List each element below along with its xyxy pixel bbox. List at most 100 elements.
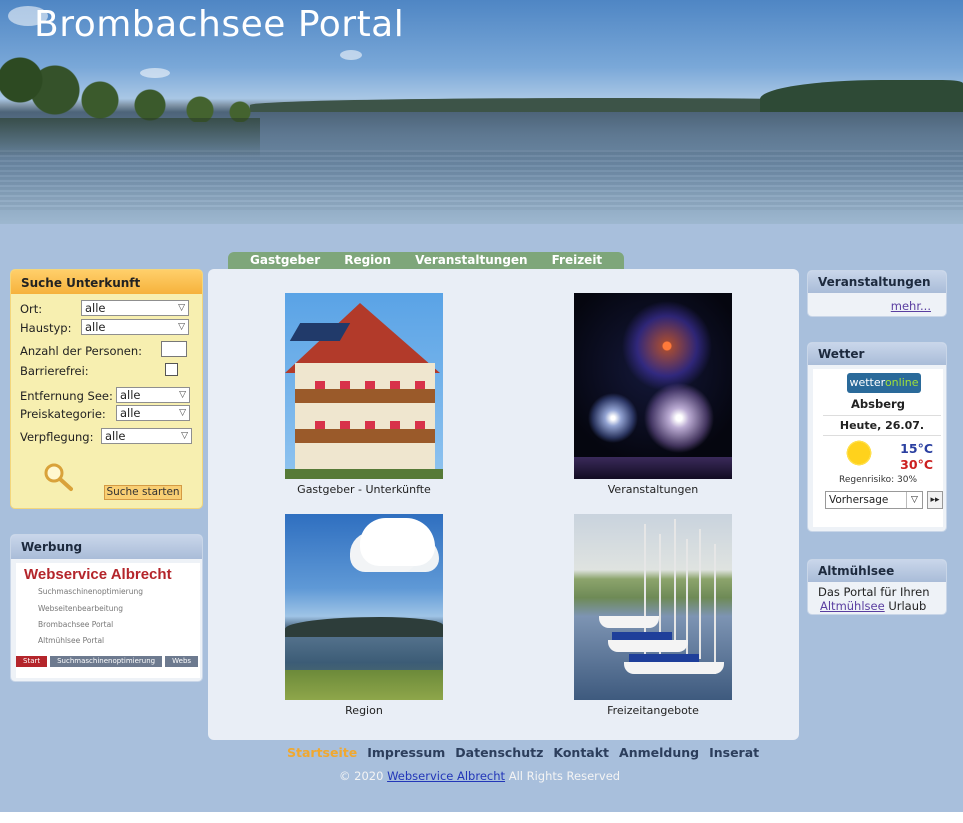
advertising-panel: Werbung Webservice Albrecht Suchmaschine… — [10, 534, 203, 682]
site-title: Brombachsee Portal — [34, 4, 405, 45]
cloud — [340, 50, 362, 60]
entfernung-select[interactable]: alle ▽ — [116, 387, 190, 403]
footer-link-startseite[interactable]: Startseite — [287, 745, 357, 760]
tab-gastgeber[interactable]: Gastgeber — [238, 252, 332, 269]
ort-select[interactable]: alle ▽ — [81, 300, 189, 316]
forecast-select[interactable]: Vorhersage ▽ — [825, 491, 923, 509]
boat-cover — [629, 654, 699, 662]
chevron-down-icon: ▽ — [906, 492, 922, 508]
tile-caption: Veranstaltungen — [607, 483, 699, 496]
chevron-down-icon: ▽ — [179, 408, 186, 418]
weather-panel: Wetter wetteronline Absberg Heute, 26.07… — [807, 342, 947, 532]
balcony — [295, 429, 435, 443]
mast — [686, 539, 688, 669]
lake-photo — [285, 514, 443, 700]
tile-veranstaltungen[interactable]: Veranstaltungen — [553, 293, 753, 496]
altmuehlsee-line2: Urlaub — [884, 599, 927, 613]
fireworks-photo — [574, 293, 732, 479]
tab-freizeit[interactable]: Freizeit — [540, 252, 615, 269]
altmuehlsee-title: Altmühlsee — [808, 560, 946, 582]
preiskategorie-label: Preiskategorie: — [20, 407, 106, 421]
mast — [699, 529, 701, 659]
far-hill — [760, 80, 963, 112]
copyright: © 2020 Webservice Albrecht All Rights Re… — [339, 769, 620, 783]
footer-link-inserat[interactable]: Inserat — [709, 745, 759, 760]
solar-panels — [289, 323, 351, 341]
ad-line: Brombachsee Portal — [38, 620, 114, 629]
entfernung-label: Entfernung See: — [20, 389, 113, 403]
personen-input[interactable] — [161, 341, 187, 357]
boat — [608, 640, 688, 652]
tile-caption: Freizeitangebote — [607, 704, 699, 717]
flowers — [315, 381, 425, 389]
tile-gastgeber[interactable]: Gastgeber - Unterkünfte — [264, 293, 464, 496]
copyright-link[interactable]: Webservice Albrecht — [387, 769, 505, 783]
weather-widget: wetteronline Absberg Heute, 26.07. 15°C … — [813, 369, 943, 527]
footer-link-impressum[interactable]: Impressum — [367, 745, 445, 760]
tile-region[interactable]: Region — [264, 514, 464, 717]
verpflegung-select[interactable]: alle ▽ — [101, 428, 192, 444]
house-photo — [285, 293, 443, 479]
haustyp-label: Haustyp: — [20, 321, 72, 335]
ad-line: Webseitenbearbeitung — [38, 604, 123, 613]
ad-nav-bar: Start Suchmaschinenoptimierung Webs — [16, 656, 200, 667]
forecast-select-value: Vorhersage — [829, 494, 889, 506]
events-panel: Veranstaltungen mehr... — [807, 270, 947, 317]
preiskategorie-select-value: alle — [120, 406, 141, 420]
balcony — [295, 389, 435, 403]
footer-link-datenschutz[interactable]: Datenschutz — [455, 745, 543, 760]
barrierefrei-checkbox[interactable] — [165, 363, 178, 376]
haustyp-select-value: alle — [85, 320, 106, 334]
advertising-title: Werbung — [11, 535, 202, 559]
entfernung-select-value: alle — [120, 388, 141, 402]
tile-caption: Region — [345, 704, 383, 717]
tab-region[interactable]: Region — [332, 252, 403, 269]
flowers — [315, 421, 425, 429]
chevron-down-icon: ▽ — [179, 390, 186, 400]
altmuehlsee-panel: Altmühlsee Das Portal für Ihren Altmühls… — [807, 559, 947, 615]
tab-veranstaltungen[interactable]: Veranstaltungen — [403, 252, 540, 269]
chevron-down-icon: ▽ — [178, 322, 185, 332]
firework-burst — [644, 383, 714, 453]
tile-freizeit[interactable]: Freizeitangebote — [553, 514, 753, 717]
logo-part: online — [884, 376, 919, 389]
verpflegung-label: Verpflegung: — [20, 430, 94, 444]
search-panel-title: Suche Unterkunft — [11, 270, 202, 294]
chevron-down-icon: ▽ — [181, 431, 188, 441]
footer-link-kontakt[interactable]: Kontakt — [553, 745, 609, 760]
magnifier-icon — [44, 463, 73, 491]
haustyp-select[interactable]: alle ▽ — [81, 319, 189, 335]
ad-line: Suchmaschinenoptimierung — [38, 587, 144, 596]
firework-burst — [622, 301, 712, 391]
ad-line: Altmühlsee Portal — [38, 636, 105, 645]
sun-icon — [845, 439, 873, 467]
forecast-next-button[interactable]: ▸▸ — [927, 491, 943, 509]
search-accommodation-panel: Suche Unterkunft Ort: alle ▽ Haustyp: all… — [10, 269, 203, 509]
weather-title: Wetter — [808, 343, 946, 365]
water-shimmer — [0, 150, 963, 210]
chevron-down-icon: ▽ — [178, 303, 185, 313]
cloud — [360, 518, 435, 566]
trees — [0, 50, 260, 122]
boat — [599, 616, 659, 628]
altmuehlsee-link[interactable]: Altmühlsee — [820, 599, 885, 613]
shore — [285, 617, 443, 637]
page-bottom-strip — [0, 812, 963, 823]
header-banner: Brombachsee Portal — [0, 0, 963, 224]
advertising-banner[interactable]: Webservice Albrecht Suchmaschinenoptimie… — [16, 563, 200, 678]
boat — [624, 662, 724, 674]
personen-label: Anzahl der Personen: — [20, 344, 143, 358]
water — [574, 457, 732, 479]
search-start-button[interactable]: Suche starten — [104, 485, 182, 500]
events-more-link[interactable]: mehr... — [891, 299, 931, 313]
logo-part: wetter — [849, 376, 885, 389]
footer-link-anmeldung[interactable]: Anmeldung — [619, 745, 699, 760]
altmuehlsee-text: Das Portal für Ihren Altmühlsee Urlaub — [818, 585, 930, 613]
weather-high-temp: 30°C — [900, 457, 933, 472]
tile-caption: Gastgeber - Unterkünfte — [297, 483, 431, 496]
boat-cover — [612, 632, 672, 640]
events-title: Veranstaltungen — [808, 271, 946, 293]
preiskategorie-select[interactable]: alle ▽ — [116, 405, 190, 421]
copyright-suffix: All Rights Reserved — [505, 769, 621, 783]
wetteronline-logo[interactable]: wetteronline — [847, 373, 921, 393]
